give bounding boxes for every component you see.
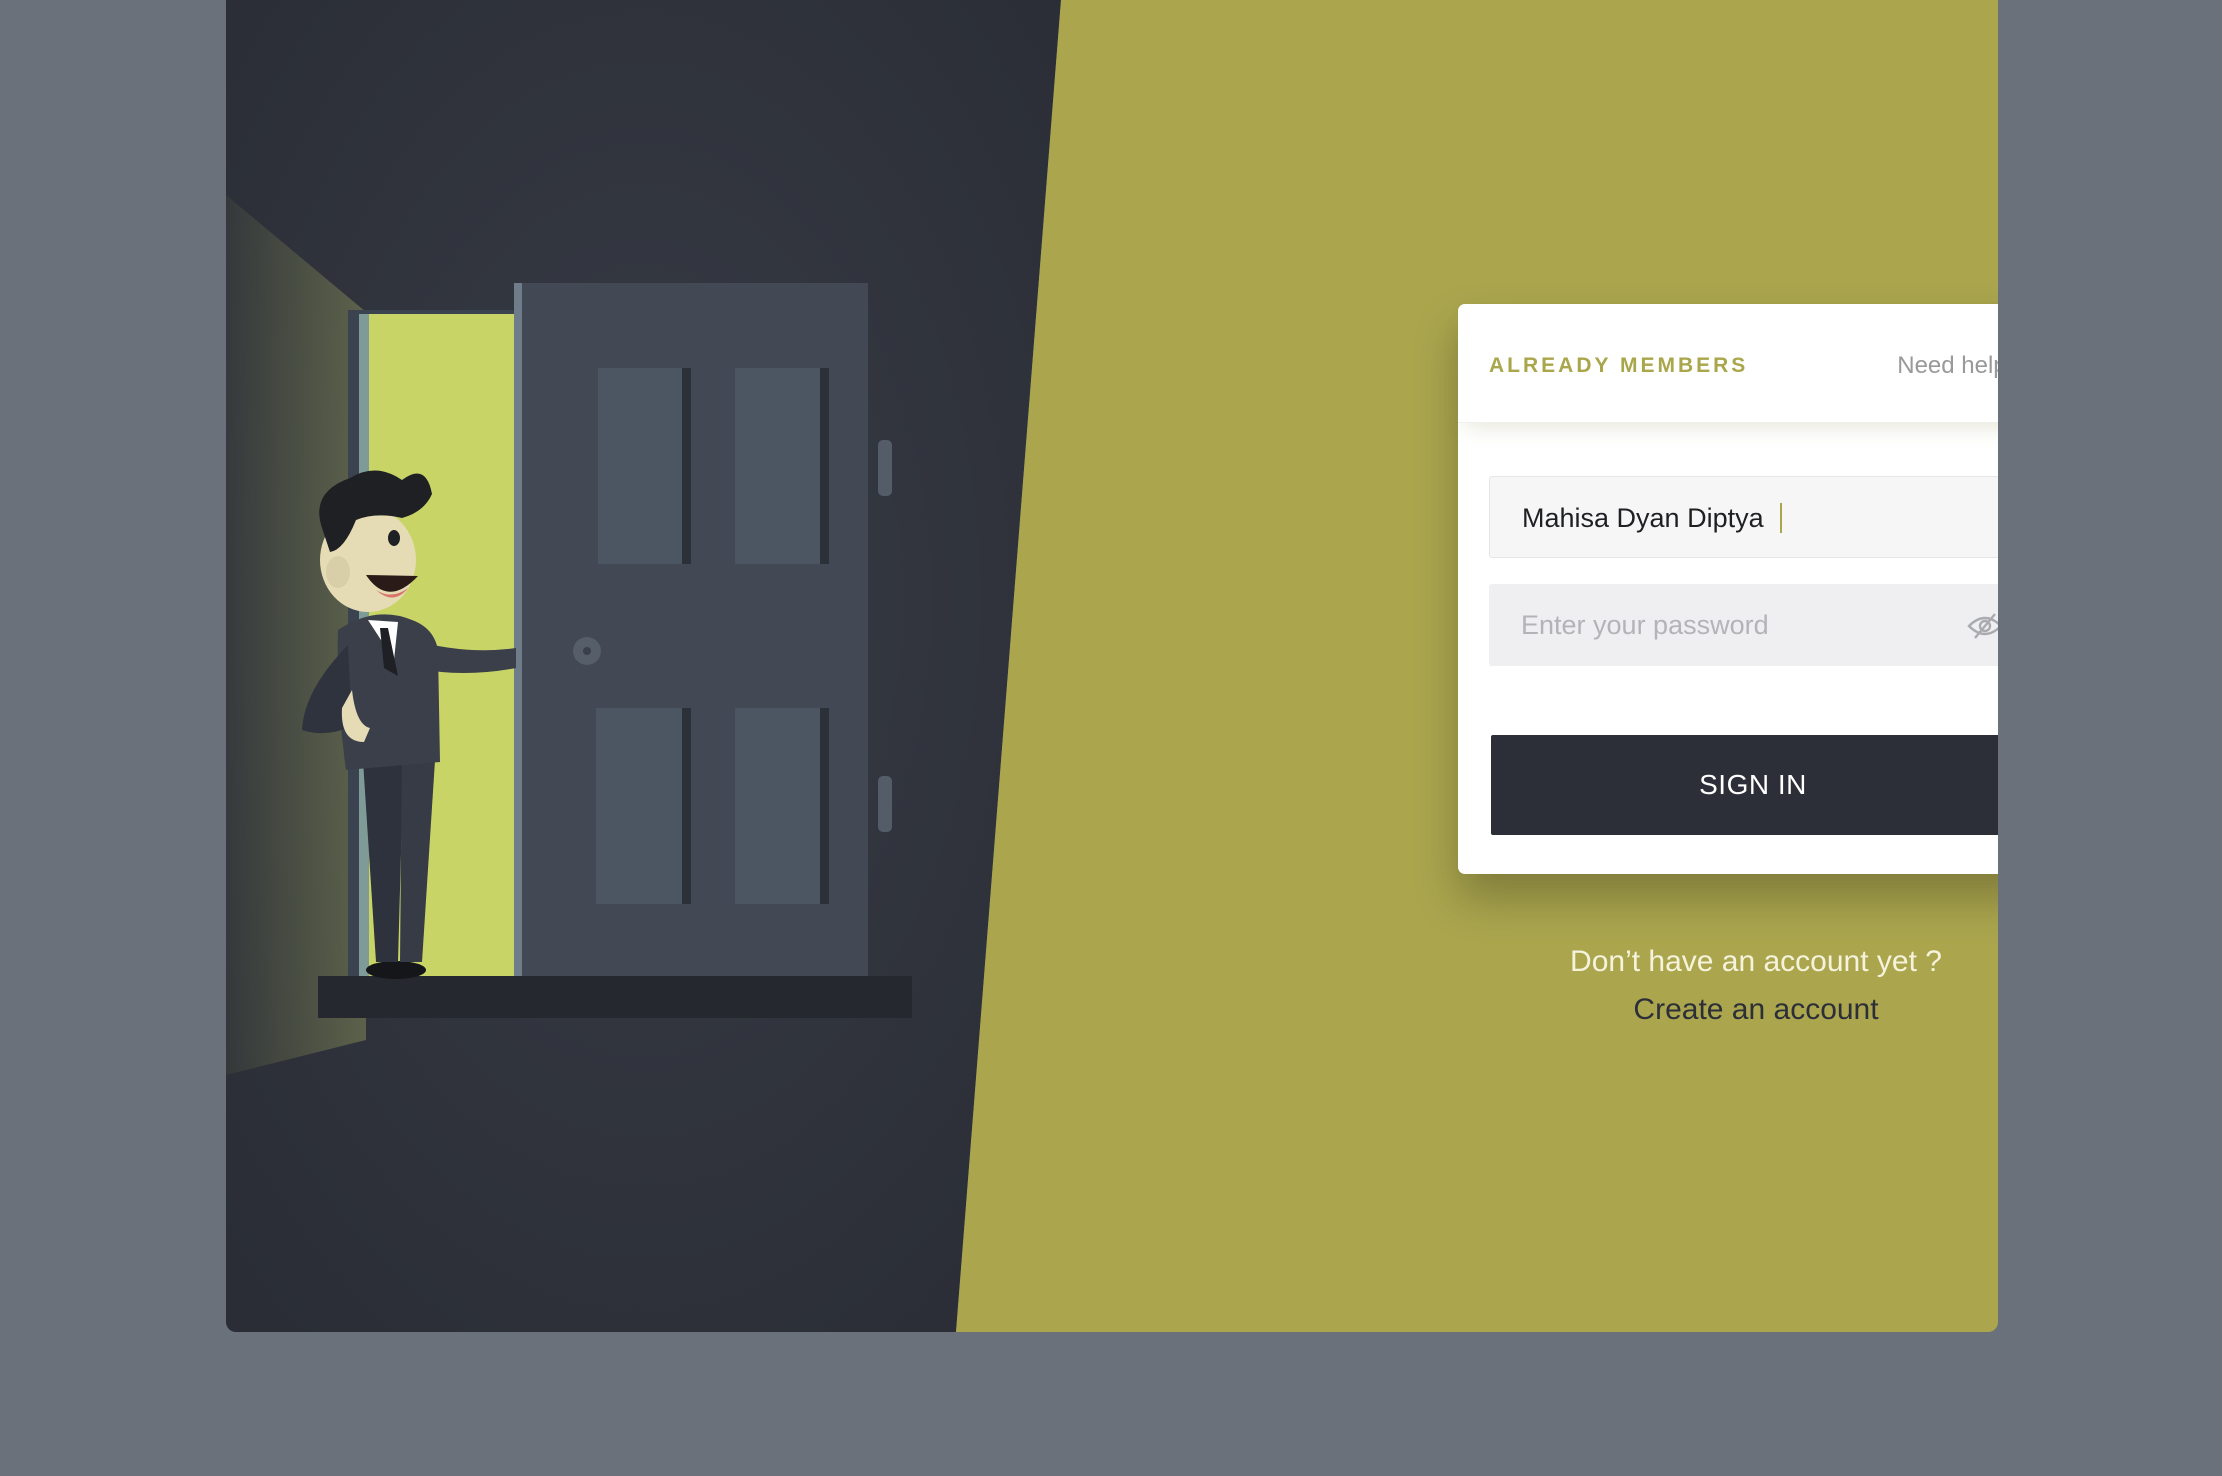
- door-hinge: [878, 776, 892, 832]
- login-card: ALREADY MEMBERS Need help? Mahisa Dyan D…: [1458, 304, 1998, 874]
- door-panel-shadow: [820, 368, 829, 564]
- create-account-link[interactable]: Create an account: [1456, 993, 1998, 1027]
- username-value-wrap: Mahisa Dyan Diptya: [1522, 502, 1782, 535]
- login-page: ALREADY MEMBERS Need help? Mahisa Dyan D…: [226, 0, 1998, 1332]
- door-panel: [598, 368, 689, 564]
- door-knob-center: [583, 647, 591, 655]
- login-card-title: ALREADY MEMBERS: [1489, 354, 1749, 377]
- door-hinge: [878, 440, 892, 496]
- door-panel-shadow: [682, 368, 691, 564]
- door-panel-shadow: [820, 708, 829, 904]
- username-value: Mahisa Dyan Diptya: [1522, 503, 1764, 533]
- password-input[interactable]: Enter your password: [1489, 584, 1998, 666]
- password-placeholder: Enter your password: [1521, 610, 1769, 640]
- door-panel: [596, 708, 689, 904]
- username-input[interactable]: Mahisa Dyan Diptya: [1489, 476, 1998, 558]
- need-help-link[interactable]: Need help?: [1897, 352, 1998, 380]
- door-panel: [735, 368, 820, 564]
- door-panel: [735, 708, 820, 904]
- eye-slash-icon[interactable]: [1966, 612, 1998, 640]
- sign-in-button[interactable]: SIGN IN: [1491, 735, 1998, 835]
- text-caret: [1779, 502, 1782, 533]
- door-panel-shadow: [682, 708, 691, 904]
- login-card-header: ALREADY MEMBERS Need help?: [1458, 304, 1998, 423]
- door-step: [318, 976, 912, 1018]
- signup-prompt: Don’t have an account yet ?: [1570, 945, 1942, 978]
